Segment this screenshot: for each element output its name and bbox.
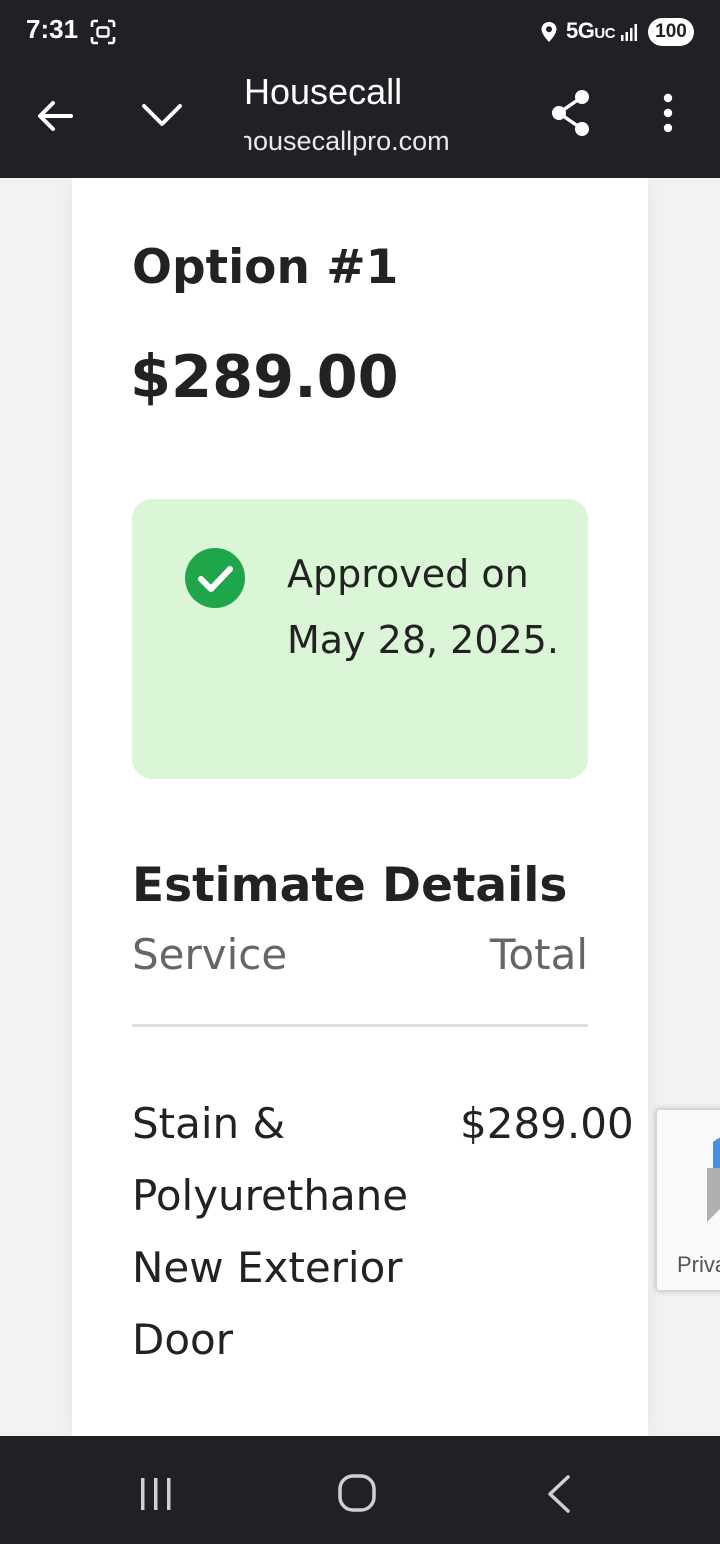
approval-banner: Approved on May 28, 2025. xyxy=(132,499,588,779)
estimate-card: Option #1 $289.00 Approved on May 28, 20… xyxy=(72,178,648,1436)
estimate-details-heading: Estimate Details xyxy=(132,858,568,913)
network-type: 5GUC xyxy=(566,18,616,43)
line-item-total: $289.00 xyxy=(460,1099,634,1148)
back-icon[interactable] xyxy=(546,1473,574,1519)
option-title: Option #1 xyxy=(132,240,399,295)
back-arrow-icon[interactable] xyxy=(33,94,77,142)
line-item-service: Stain & Polyurethane New Exterior Door xyxy=(132,1099,409,1364)
option-price: $289.00 xyxy=(130,342,399,411)
page-title: Housecall xyxy=(244,71,403,112)
page-url: housecallpro.com xyxy=(244,126,450,156)
approval-text: Approved on May 28, 2025. xyxy=(287,552,559,662)
system-nav-bar xyxy=(0,1436,720,1544)
recents-icon[interactable] xyxy=(136,1474,176,1518)
share-icon[interactable] xyxy=(548,88,594,142)
chevron-down-icon[interactable] xyxy=(140,98,184,138)
battery-icon: 100 xyxy=(648,18,694,46)
header-divider xyxy=(132,1024,588,1027)
recaptcha-privacy-link[interactable]: Privacy - Terms xyxy=(677,1252,720,1278)
browser-toolbar: Housecall housecallpro.com xyxy=(0,64,720,178)
status-time: 7:31 xyxy=(26,14,79,44)
column-header-total: Total xyxy=(489,930,588,979)
web-content[interactable]: Option #1 $289.00 Approved on May 28, 20… xyxy=(0,178,720,1436)
signal-icon xyxy=(620,22,640,46)
status-bar: 7:31 5GUC 100 xyxy=(0,0,720,64)
screenshot-icon xyxy=(90,19,116,49)
check-circle-icon xyxy=(184,547,246,613)
recaptcha-badge[interactable]: Privacy - Terms xyxy=(656,1109,720,1291)
column-header-service: Service xyxy=(132,930,288,979)
location-icon xyxy=(540,21,558,47)
recaptcha-logo-icon xyxy=(701,1128,720,1242)
more-vert-icon[interactable] xyxy=(656,92,680,140)
home-icon[interactable] xyxy=(336,1472,378,1518)
